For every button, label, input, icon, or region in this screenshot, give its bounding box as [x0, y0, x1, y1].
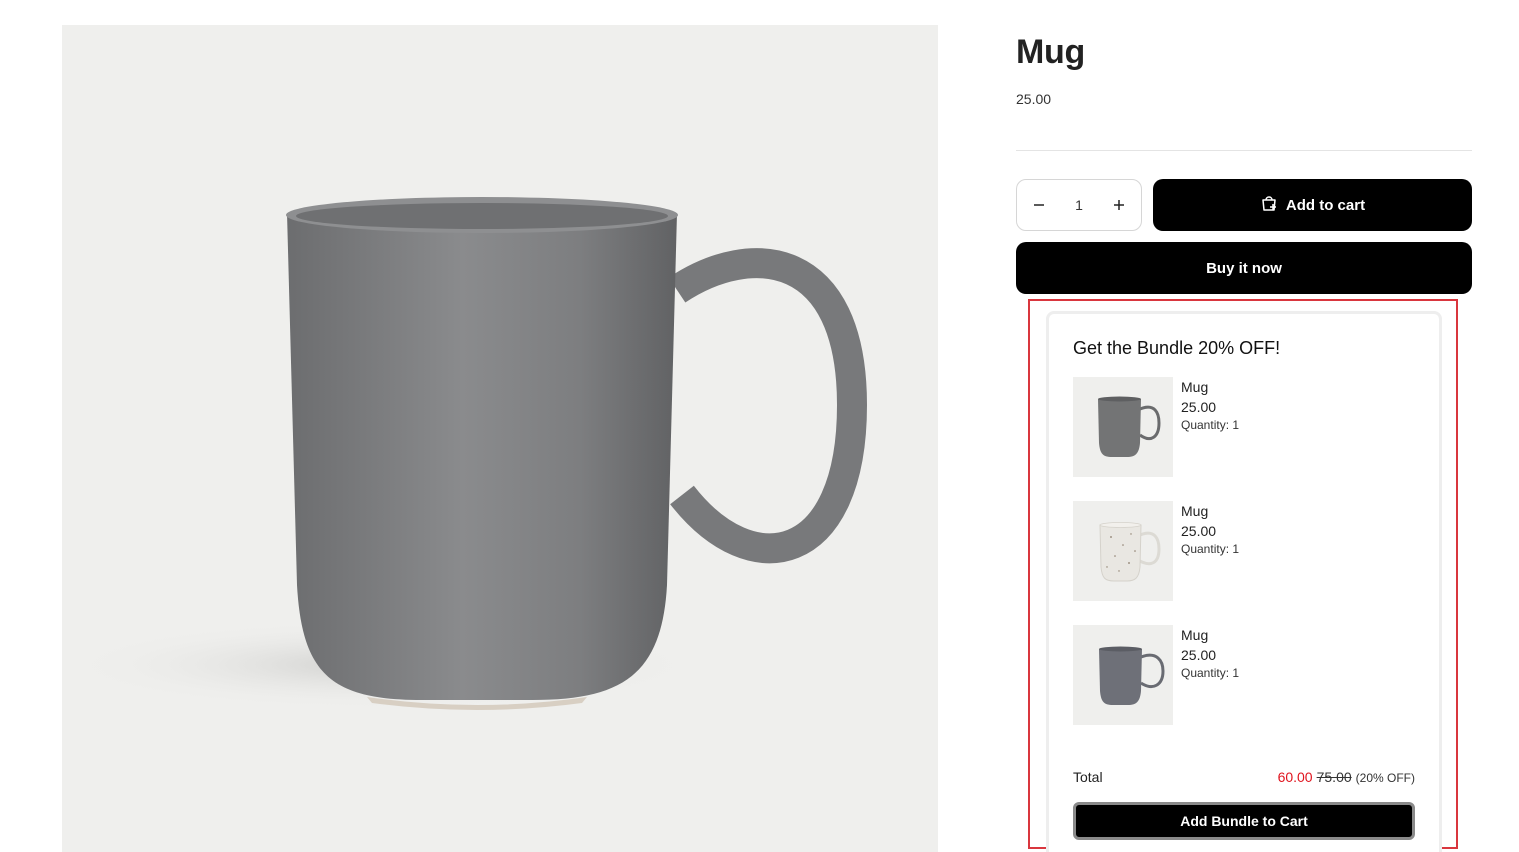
- bundle-discount-badge: (20% OFF): [1355, 771, 1415, 785]
- bundle-offer-card: Get the Bundle 20% OFF! Mug 25.00 Quanti…: [1046, 311, 1442, 852]
- add-bundle-label: Add Bundle to Cart: [1180, 813, 1308, 829]
- bundle-total-discounted: 60.00: [1277, 769, 1313, 785]
- bundle-item-quantity: Quantity: 1: [1181, 666, 1240, 680]
- quantity-selector: 1: [1016, 179, 1142, 231]
- bundle-total: 60.00 75.00 (20% OFF): [1278, 769, 1415, 785]
- cart-add-icon: [1260, 194, 1278, 216]
- buy-it-now-button[interactable]: Buy it now: [1016, 242, 1472, 294]
- buy-it-now-label: Buy it now: [1206, 259, 1282, 277]
- bundle-total-original: 75.00: [1316, 769, 1352, 785]
- bundle-item-price: 25.00: [1181, 523, 1217, 539]
- bundle-item: Mug 25.00 Quantity: 1: [1073, 501, 1413, 601]
- bundle-title: Get the Bundle 20% OFF!: [1073, 338, 1281, 358]
- add-bundle-to-cart-button[interactable]: Add Bundle to Cart: [1073, 802, 1415, 840]
- add-to-cart-button[interactable]: Add to cart: [1153, 179, 1472, 231]
- bundle-item-quantity: Quantity: 1: [1181, 542, 1240, 556]
- product-price: 25.00: [1016, 91, 1052, 107]
- divider: [1016, 150, 1472, 151]
- add-to-cart-label: Add to cart: [1285, 196, 1366, 214]
- bundle-item: Mug 25.00 Quantity: 1: [1073, 625, 1413, 725]
- bundle-item-name: Mug: [1181, 503, 1209, 519]
- minus-icon[interactable]: [1029, 195, 1049, 215]
- bundle-item: Mug 25.00 Quantity: 1: [1073, 377, 1413, 477]
- bundle-item-image: [1073, 625, 1173, 725]
- bundle-item-price: 25.00: [1181, 647, 1217, 663]
- bundle-item-price: 25.00: [1181, 399, 1217, 415]
- quantity-input[interactable]: 1: [1075, 197, 1083, 213]
- plus-icon[interactable]: [1109, 195, 1129, 215]
- bundle-item-image: [1073, 377, 1173, 477]
- bundle-item-name: Mug: [1181, 379, 1209, 395]
- bundle-item-image: [1073, 501, 1173, 601]
- mug-illustration: [62, 197, 868, 710]
- bundle-item-quantity: Quantity: 1: [1181, 418, 1240, 432]
- bundle-total-label: Total: [1073, 769, 1103, 785]
- bundle-item-name: Mug: [1181, 627, 1209, 643]
- product-image: [62, 25, 938, 852]
- product-title: Mug: [1016, 33, 1085, 71]
